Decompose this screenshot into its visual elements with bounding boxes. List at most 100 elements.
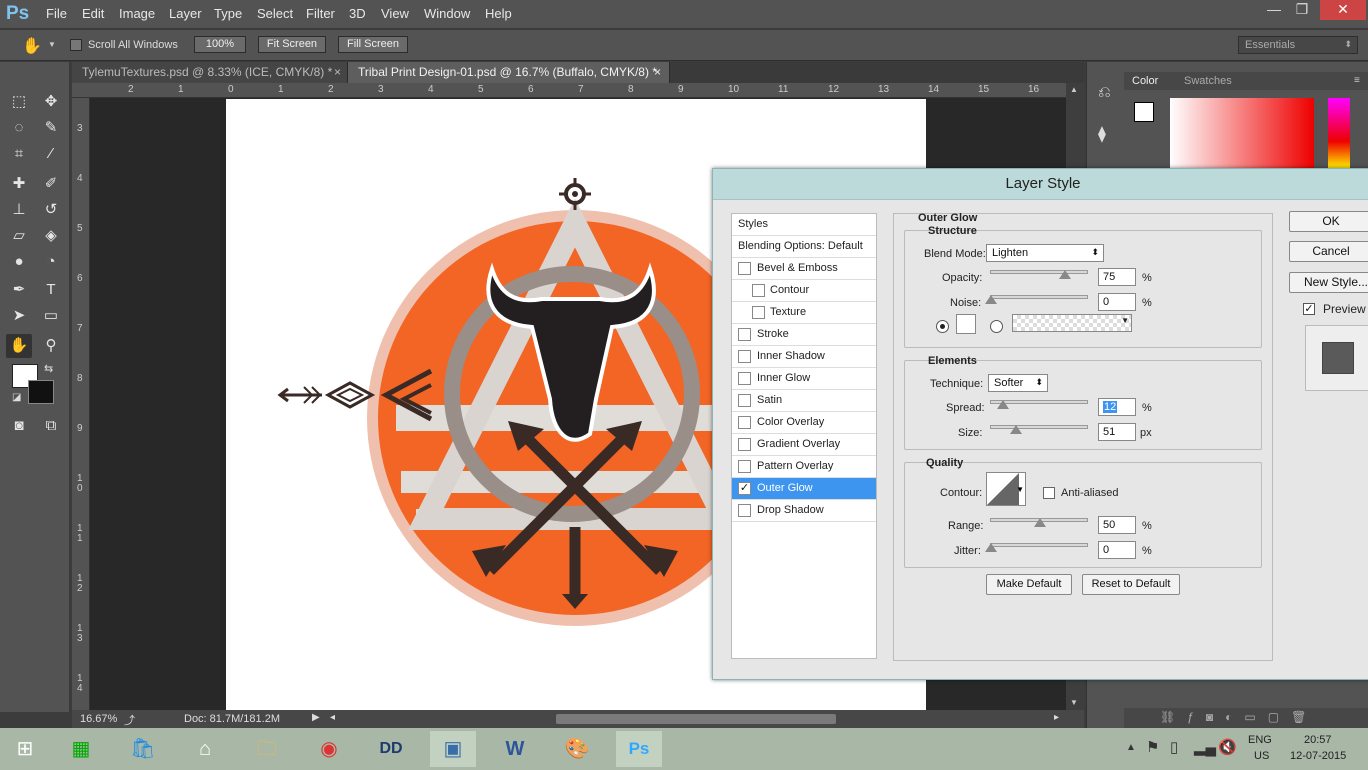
menu-type[interactable]: Type	[214, 6, 242, 21]
tab-swatches[interactable]: Swatches	[1184, 75, 1232, 87]
menu-layer[interactable]: Layer	[169, 6, 202, 21]
healing-brush-icon[interactable]: ✚	[6, 172, 32, 196]
color-radio[interactable]	[936, 320, 949, 333]
excel-icon[interactable]: ▦	[58, 731, 104, 767]
close-button[interactable]: ✕	[1320, 0, 1366, 20]
style-item-gradient-overlay[interactable]: Gradient Overlay	[732, 434, 876, 456]
paint-bucket-icon[interactable]: ◈	[38, 224, 64, 248]
menu-filter[interactable]: Filter	[306, 6, 335, 21]
history-brush-icon[interactable]: ↺	[38, 198, 64, 222]
hue-slider[interactable]	[1328, 98, 1350, 170]
style-checkbox[interactable]: ✓	[738, 482, 751, 495]
style-checkbox[interactable]	[738, 262, 751, 275]
style-checkbox[interactable]	[738, 328, 751, 341]
eyedropper-tool-icon[interactable]: ⁄	[38, 142, 64, 166]
clock-time[interactable]: 20:57	[1304, 734, 1332, 746]
jitter-slider[interactable]	[985, 543, 1088, 552]
tool-preset-caret-icon[interactable]: ▼	[48, 40, 56, 49]
make-default-button[interactable]: Make Default	[986, 574, 1072, 595]
style-checkbox[interactable]	[752, 284, 765, 297]
anti-aliased-checkbox[interactable]	[1043, 487, 1055, 499]
reset-default-button[interactable]: Reset to Default	[1082, 574, 1180, 595]
dolby-icon[interactable]: DD	[368, 731, 414, 767]
blending-options[interactable]: Blending Options: Default	[732, 236, 876, 258]
blur-tool-icon[interactable]: ●	[6, 250, 32, 274]
tab-tribal-print[interactable]: Tribal Print Design-01.psd @ 16.7% (Buff…	[348, 62, 670, 83]
hscroll-right-icon[interactable]: ▸	[1054, 712, 1059, 723]
glow-color-swatch[interactable]	[956, 314, 976, 334]
tab-color[interactable]: Color	[1132, 75, 1158, 87]
move-tool-icon[interactable]: ✥	[38, 90, 64, 114]
scroll-up-icon[interactable]: ▲	[1070, 85, 1078, 94]
type-tool-icon[interactable]: T	[38, 278, 64, 302]
word-icon[interactable]: W	[492, 731, 538, 767]
technique-select[interactable]: Softer ⬍	[988, 374, 1048, 392]
preview-checkbox[interactable]: ✓	[1303, 303, 1315, 315]
jitter-thumb[interactable]	[985, 543, 997, 552]
new-style-button[interactable]: New Style...	[1289, 272, 1368, 293]
menu-edit[interactable]: Edit	[82, 6, 104, 21]
tab-close-icon[interactable]: ×	[654, 65, 661, 79]
style-item-satin[interactable]: Satin	[732, 390, 876, 412]
battery-icon[interactable]: ▯	[1170, 738, 1178, 756]
gradient-picker[interactable]: ▼	[1012, 314, 1132, 332]
fit-screen-button[interactable]: Fit Screen	[258, 36, 326, 53]
menu-file[interactable]: File	[46, 6, 67, 21]
brush-tool-icon[interactable]: ✐	[38, 172, 64, 196]
eraser-tool-icon[interactable]: ▱	[6, 224, 32, 248]
language-indicator[interactable]: ENG	[1248, 734, 1272, 746]
flag-icon[interactable]: ⚑	[1146, 738, 1159, 756]
opacity-thumb[interactable]	[1058, 270, 1071, 279]
volume-muted-icon[interactable]: 🔇	[1218, 738, 1237, 756]
restore-button[interactable]: ❐	[1288, 0, 1316, 20]
background-color-swatch[interactable]	[28, 380, 54, 404]
style-checkbox[interactable]	[738, 504, 751, 517]
screen-mode-icon[interactable]: ⧉	[38, 414, 64, 438]
path-select-icon[interactable]: ➤	[6, 304, 32, 328]
panel-foreground-swatch[interactable]	[1134, 102, 1154, 122]
style-item-outer-glow[interactable]: ✓ Outer Glow	[732, 478, 876, 500]
start-button-icon[interactable]: ⊞	[2, 731, 48, 767]
crop-tool-icon[interactable]: ⌗	[6, 142, 32, 166]
file-explorer-icon[interactable]: 🗀	[244, 731, 290, 767]
style-item-color-overlay[interactable]: Color Overlay	[732, 412, 876, 434]
rectangle-tool-icon[interactable]: ▭	[38, 304, 64, 328]
style-item-bevel-emboss[interactable]: Bevel & Emboss	[732, 258, 876, 280]
dodge-tool-icon[interactable]: ◔	[38, 250, 64, 274]
scroll-down-icon[interactable]: ▼	[1070, 698, 1078, 707]
opacity-input[interactable]: 75	[1098, 268, 1136, 286]
hscroll-left-icon[interactable]: ◂	[330, 712, 335, 723]
noise-slider[interactable]	[985, 295, 1088, 304]
size-thumb[interactable]	[1009, 425, 1022, 434]
tab-tylemu-textures[interactable]: TylemuTextures.psd @ 8.33% (ICE, CMYK/8)…	[72, 62, 348, 83]
marquee-tool-icon[interactable]: ⬚	[6, 90, 32, 114]
tray-expand-icon[interactable]: ▲	[1126, 742, 1136, 753]
menu-window[interactable]: Window	[424, 6, 470, 21]
spread-slider[interactable]	[990, 400, 1088, 409]
store-icon[interactable]: 🛍	[120, 731, 166, 767]
style-checkbox[interactable]	[752, 306, 765, 319]
cancel-button[interactable]: Cancel	[1289, 241, 1368, 262]
lasso-tool-icon[interactable]: ◌	[6, 116, 32, 140]
gradient-radio[interactable]	[990, 320, 1003, 333]
layers-footer-icons[interactable]: ⛓ƒ◙◐▭▢🗑	[1124, 708, 1368, 728]
quick-mask-icon[interactable]: ◙	[6, 414, 32, 438]
size-slider[interactable]	[990, 425, 1088, 434]
hscroll-thumb[interactable]	[556, 714, 836, 724]
home-icon[interactable]: ⌂	[182, 731, 228, 767]
zoom-level[interactable]: 16.67%	[80, 713, 117, 725]
minimize-button[interactable]: —	[1260, 0, 1288, 20]
style-checkbox[interactable]	[738, 394, 751, 407]
menu-help[interactable]: Help	[485, 6, 512, 21]
size-input[interactable]: 51	[1098, 423, 1136, 441]
menu-view[interactable]: View	[381, 6, 409, 21]
swap-colors-icon[interactable]: ⇆	[44, 362, 53, 375]
style-item-texture[interactable]: Texture	[732, 302, 876, 324]
photos-icon[interactable]: ▣	[430, 731, 476, 767]
photoshop-taskbar-icon[interactable]: Ps	[616, 731, 662, 767]
style-item-stroke[interactable]: Stroke	[732, 324, 876, 346]
history-panel-icon[interactable]: ⎌	[1098, 84, 1111, 102]
range-slider[interactable]	[990, 518, 1088, 527]
zoom-tool-icon[interactable]: ⚲	[38, 334, 64, 358]
range-input[interactable]: 50	[1098, 516, 1136, 534]
